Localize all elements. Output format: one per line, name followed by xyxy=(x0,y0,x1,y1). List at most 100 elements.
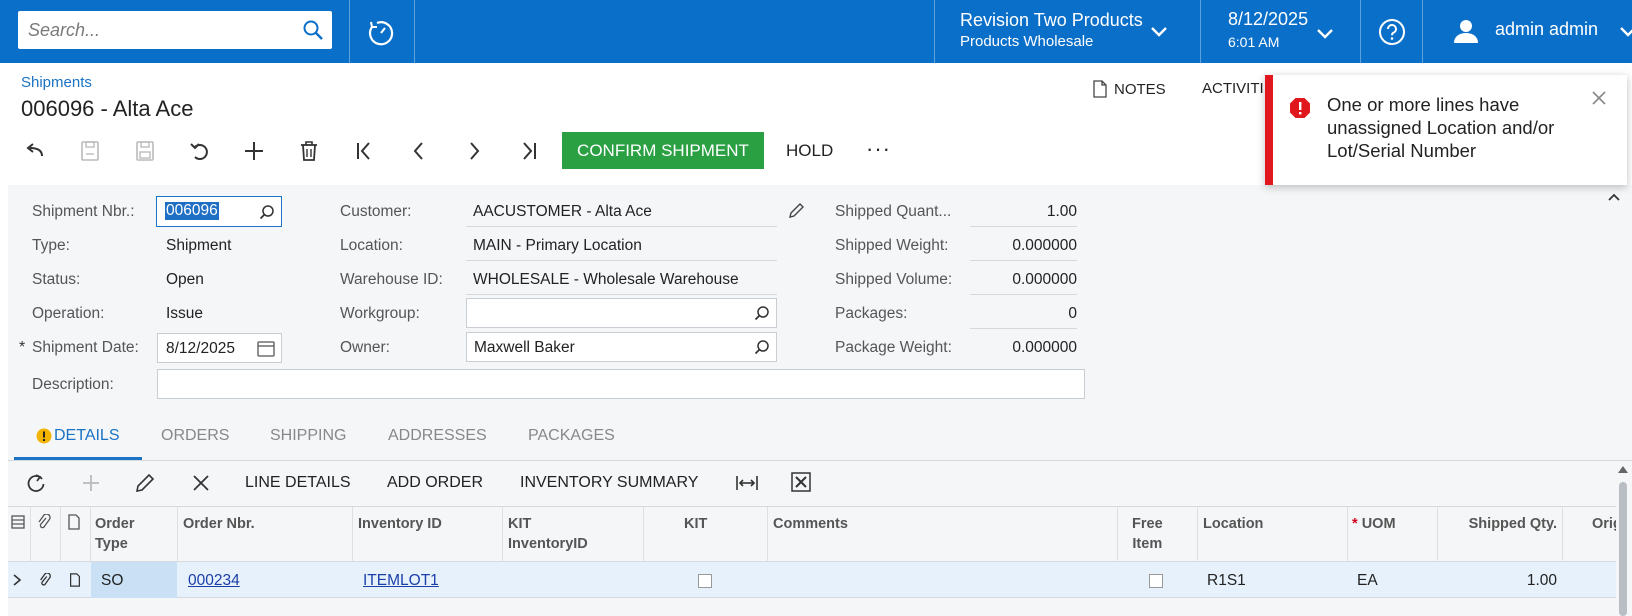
inventory-summary-button[interactable]: INVENTORY SUMMARY xyxy=(520,474,698,492)
owner-field[interactable]: Maxwell Baker xyxy=(466,332,777,362)
hold-button[interactable]: HOLD xyxy=(786,141,833,161)
expand-row-icon[interactable] xyxy=(12,573,22,587)
business-date-selector[interactable]: 8/12/2025 6:01 AM xyxy=(1228,9,1308,50)
operation-label: Operation: xyxy=(32,305,105,322)
save-and-close-icon xyxy=(81,141,99,161)
column-header-comments[interactable]: Comments xyxy=(773,514,848,534)
column-header-shipped-qty[interactable]: Shipped Qty. xyxy=(1442,514,1557,534)
attachment-icon[interactable] xyxy=(38,573,52,587)
notes-button[interactable]: NOTES xyxy=(1092,80,1166,98)
shipped-volume-label: Shipped Volume: xyxy=(835,271,953,288)
close-icon[interactable] xyxy=(1590,89,1608,107)
refresh-icon[interactable] xyxy=(25,472,47,494)
shipment-date-field[interactable]: 8/12/2025 xyxy=(157,333,282,363)
search-icon[interactable] xyxy=(754,305,770,321)
tab-orders[interactable]: ORDERS xyxy=(161,427,229,445)
shipped-volume-value: 0.000000 xyxy=(1012,271,1077,288)
top-bar: Search... Revision Two Products Products… xyxy=(0,0,1632,63)
cell-location[interactable]: R1S1 xyxy=(1207,572,1246,590)
help-icon[interactable] xyxy=(1378,18,1406,46)
shipment-date-value: 8/12/2025 xyxy=(166,340,235,357)
customer-label: Customer: xyxy=(340,203,412,220)
breadcrumb[interactable]: Shipments xyxy=(21,74,92,91)
packages-label: Packages: xyxy=(835,305,908,322)
chevron-down-icon[interactable] xyxy=(1620,26,1632,38)
header-line: Item xyxy=(1132,536,1163,552)
search-icon[interactable] xyxy=(754,339,770,355)
header-line: Free xyxy=(1132,516,1163,532)
history-icon[interactable] xyxy=(366,18,396,48)
line-details-button[interactable]: LINE DETAILS xyxy=(245,474,351,492)
workgroup-label: Workgroup: xyxy=(340,305,420,322)
delete-row-icon[interactable] xyxy=(190,472,212,494)
row-selector-icon[interactable] xyxy=(10,514,26,530)
column-header-uom[interactable]: * UOM xyxy=(1352,514,1396,534)
search-input[interactable]: Search... xyxy=(28,20,100,41)
export-excel-icon[interactable] xyxy=(791,472,811,492)
tab-packages[interactable]: PACKAGES xyxy=(528,427,615,445)
fit-columns-icon[interactable] xyxy=(735,472,759,494)
shipment-nbr-field[interactable]: 006096 xyxy=(156,196,282,227)
column-header-order-nbr[interactable]: Order Nbr. xyxy=(183,514,255,534)
search-box[interactable]: Search... xyxy=(18,11,332,49)
chevron-down-icon[interactable] xyxy=(1150,26,1168,38)
workgroup-field[interactable] xyxy=(466,298,777,328)
tenant-selector[interactable]: Revision Two Products Products Wholesale xyxy=(960,10,1143,50)
shipped-quantity-value: 1.00 xyxy=(1046,203,1077,220)
user-icon[interactable] xyxy=(1452,17,1480,45)
location-value[interactable]: MAIN - Primary Location xyxy=(473,237,642,255)
field-underline xyxy=(970,328,1077,329)
cell-order-type[interactable]: SO xyxy=(101,572,123,590)
column-header-free-item[interactable]: Free Item xyxy=(1132,514,1163,554)
description-field[interactable] xyxy=(157,369,1085,399)
header-line: Type xyxy=(95,536,128,552)
edit-pencil-icon[interactable] xyxy=(134,472,156,494)
error-message: One or more lines have unassigned Locati… xyxy=(1327,94,1555,161)
previous-record-icon[interactable] xyxy=(406,138,432,164)
cell-inventory-id[interactable]: ITEMLOT1 xyxy=(363,572,439,590)
last-record-icon[interactable] xyxy=(516,138,542,164)
next-record-icon[interactable] xyxy=(461,138,487,164)
tab-shipping[interactable]: SHIPPING xyxy=(270,427,346,445)
edit-pencil-icon[interactable] xyxy=(787,202,805,220)
kit-checkbox[interactable] xyxy=(698,574,712,588)
customer-value[interactable]: AACUSTOMER - Alta Ace xyxy=(473,203,652,221)
tab-addresses[interactable]: ADDRESSES xyxy=(388,427,487,445)
search-icon[interactable] xyxy=(259,204,275,220)
back-arrow-icon[interactable] xyxy=(22,138,48,164)
collapse-chevron-icon[interactable] xyxy=(1607,192,1621,202)
user-name[interactable]: admin admin xyxy=(1495,19,1598,40)
first-record-icon[interactable] xyxy=(351,138,377,164)
warehouse-value[interactable]: WHOLESALE - Wholesale Warehouse xyxy=(473,271,739,289)
add-order-button[interactable]: ADD ORDER xyxy=(387,474,483,492)
column-header-kit[interactable]: KIT xyxy=(684,514,707,534)
scrollbar-thumb[interactable] xyxy=(1619,482,1627,616)
delete-icon[interactable] xyxy=(296,138,322,164)
cell-uom[interactable]: EA xyxy=(1357,572,1378,590)
column-header-order-type[interactable]: Order Type xyxy=(95,514,135,554)
package-weight-label: Package Weight: xyxy=(835,339,952,356)
warning-icon xyxy=(36,428,52,444)
attachment-icon[interactable] xyxy=(36,514,52,530)
column-header-location[interactable]: Location xyxy=(1203,514,1263,534)
shipped-weight-label: Shipped Weight: xyxy=(835,237,949,254)
shipped-weight-value: 0.000000 xyxy=(1012,237,1077,254)
calendar-icon[interactable] xyxy=(257,340,275,357)
cell-order-nbr[interactable]: 000234 xyxy=(188,572,240,590)
add-icon[interactable] xyxy=(241,138,267,164)
confirm-shipment-button[interactable]: CONFIRM SHIPMENT xyxy=(562,132,764,169)
chevron-down-icon[interactable] xyxy=(1316,28,1334,40)
activities-button[interactable]: ACTIVITI xyxy=(1202,80,1264,97)
column-header-kit-inventory-id[interactable]: KIT InventoryID xyxy=(508,514,588,554)
scroll-up-icon[interactable] xyxy=(1617,465,1629,475)
tab-details[interactable]: DETAILS xyxy=(54,427,120,445)
column-header-inventory-id[interactable]: Inventory ID xyxy=(358,514,442,534)
more-actions-button[interactable]: ··· xyxy=(866,136,891,162)
free-item-checkbox[interactable] xyxy=(1149,574,1163,588)
note-icon[interactable] xyxy=(66,514,82,530)
header-line: InventoryID xyxy=(508,536,588,552)
note-icon[interactable] xyxy=(68,573,82,587)
undo-icon[interactable] xyxy=(187,138,213,164)
cell-shipped-qty[interactable]: 1.00 xyxy=(1442,572,1557,590)
search-icon[interactable] xyxy=(302,19,324,41)
